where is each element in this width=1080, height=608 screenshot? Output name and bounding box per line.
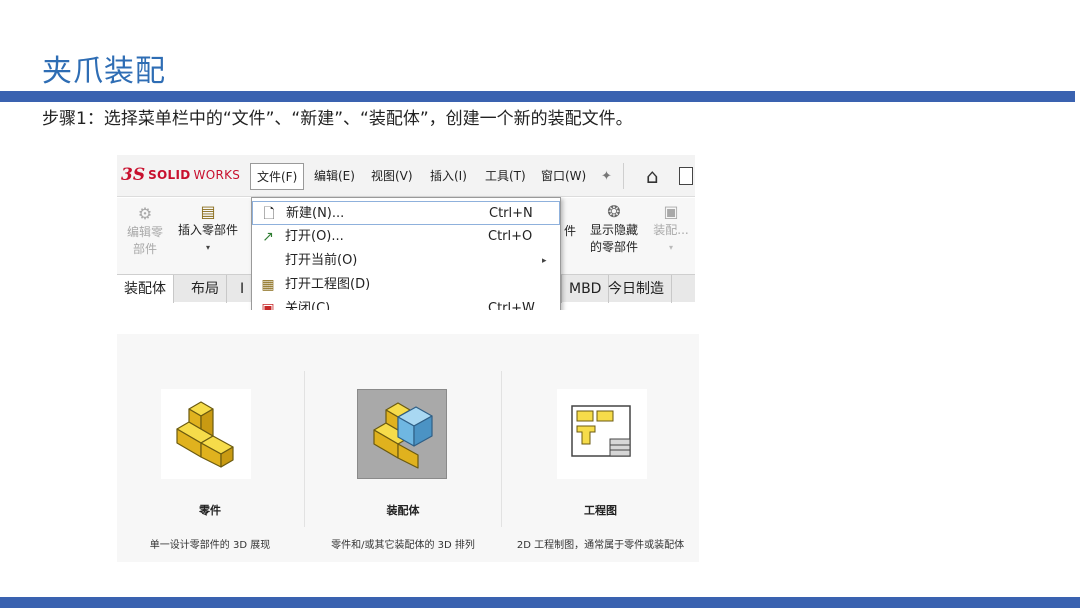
menu-item-open[interactable]: ↗ 打开(O)... Ctrl+O: [252, 225, 560, 249]
menu-item-new[interactable]: 🗋 新建(N)... Ctrl+N: [252, 201, 560, 225]
new-document-icon: 🗋: [263, 206, 275, 222]
step-instruction: 步骤1：选择菜单栏中的“文件”、“新建”、“装配体”，创建一个新的装配文件。: [42, 109, 633, 129]
close-icon: ▣: [261, 301, 275, 310]
tab-partial[interactable]: I: [233, 275, 253, 303]
menu-item-open-recent[interactable]: 打开当前(O) ▸: [252, 249, 560, 273]
menu-item-shortcut: Ctrl+N: [489, 206, 533, 221]
bottom-rule: [0, 597, 1080, 608]
menu-item-label: 打开(O)...: [285, 229, 344, 244]
document-icon[interactable]: [679, 167, 693, 185]
show-hidden-icon: ❂: [607, 202, 621, 221]
card-drawing[interactable]: 工程图 2D 工程制图，通常属于零件或装配体: [502, 334, 699, 562]
part-icon: [161, 389, 251, 479]
edit-component-icon: ⚙: [137, 204, 153, 223]
chevron-down-icon[interactable]: ▾: [173, 239, 243, 256]
assembly-features-icon: ▣: [663, 202, 679, 221]
insert-component-icon: ▤: [200, 202, 216, 221]
new-document-dialog: 零件 单一设计零部件的 3D 展现 装配体 零件和/或其它装配体的 3D 排列 …: [117, 334, 699, 562]
pin-icon[interactable]: ✦: [601, 163, 612, 190]
menu-insert[interactable]: 插入(I): [424, 163, 473, 190]
show-hidden-line1: 显示隐藏: [589, 223, 638, 237]
tab-manufacturing[interactable]: 今日制造: [601, 275, 672, 303]
menu-item-label: 新建(N)...: [286, 206, 345, 221]
edit-component-line1: 编辑零: [126, 225, 163, 239]
tab-layout[interactable]: 布局: [184, 275, 227, 303]
solidworks-logo: 3S SOLID WORKS: [121, 165, 240, 185]
edit-component-line2: 部件: [132, 242, 157, 256]
drawing-sheet-icon: [557, 389, 647, 479]
edit-component-button[interactable]: ⚙ 编辑零 部件: [122, 204, 168, 258]
card-assembly-description: 零件和/或其它装配体的 3D 排列: [331, 540, 475, 551]
card-drawing-description: 2D 工程制图，通常属于零件或装配体: [516, 540, 685, 551]
menu-window[interactable]: 窗口(W): [535, 163, 592, 190]
card-part-label: 零件: [199, 504, 221, 517]
assembly-icon: [357, 389, 447, 479]
menu-file[interactable]: 文件(F): [250, 163, 305, 190]
home-icon[interactable]: ⌂: [646, 164, 659, 188]
show-hidden-line2: 的零部件: [589, 240, 638, 254]
show-hidden-components-button[interactable]: ❂ 显示隐藏 的零部件: [583, 202, 645, 256]
chevron-down-icon[interactable]: ▾: [651, 239, 691, 256]
menu-item-label: 关闭(C): [285, 301, 331, 310]
logo-works: WORKS: [193, 168, 241, 182]
menu-view[interactable]: 视图(V): [365, 163, 419, 190]
card-part[interactable]: 零件 单一设计零部件的 3D 展现: [117, 334, 303, 562]
insert-component-label: 插入零部件: [177, 223, 238, 237]
file-menu-dropdown: 🗋 新建(N)... Ctrl+N ↗ 打开(O)... Ctrl+O 打开当前…: [251, 197, 561, 310]
menu-tools[interactable]: 工具(T): [479, 163, 532, 190]
menu-item-close[interactable]: ▣ 关闭(C) Ctrl+W: [252, 297, 560, 310]
menu-edit[interactable]: 编辑(E): [308, 163, 361, 190]
menu-item-open-drawing[interactable]: ▦ 打开工程图(D): [252, 273, 560, 297]
title-rule: [0, 91, 1075, 102]
slide-title: 夹爪装配: [42, 54, 166, 89]
tab-assembly[interactable]: 装配体: [117, 275, 174, 303]
menu-item-shortcut: Ctrl+O: [488, 229, 533, 244]
logo-ds: 3S: [121, 165, 146, 185]
card-assembly-label: 装配体: [386, 504, 420, 517]
menu-item-label: 打开工程图(D): [285, 277, 371, 292]
insert-component-button[interactable]: ▤ 插入零部件 ▾: [173, 202, 243, 256]
solidworks-menu-screenshot: 3S SOLID WORKS 文件(F) 编辑(E) 视图(V) 插入(I) 工具…: [117, 155, 695, 310]
assembly-features-label: 装配...: [653, 223, 689, 237]
menu-separator: [623, 163, 624, 189]
menu-item-label: 打开当前(O): [285, 253, 358, 268]
chevron-right-icon: ▸: [542, 256, 547, 266]
assembly-features-button[interactable]: ▣ 装配... ▾: [651, 202, 691, 256]
menu-bar: 3S SOLID WORKS 文件(F) 编辑(E) 视图(V) 插入(I) 工具…: [117, 155, 695, 197]
card-assembly[interactable]: 装配体 零件和/或其它装配体的 3D 排列: [305, 334, 501, 562]
partial-ribbon-label: 件: [563, 224, 576, 238]
card-part-description: 单一设计零部件的 3D 展现: [149, 540, 271, 551]
card-drawing-label: 工程图: [584, 504, 617, 517]
menu-item-shortcut: Ctrl+W: [488, 301, 535, 310]
logo-solid: SOLID: [148, 168, 191, 182]
drawing-icon: ▦: [261, 277, 275, 293]
open-folder-icon: ↗: [262, 229, 274, 245]
